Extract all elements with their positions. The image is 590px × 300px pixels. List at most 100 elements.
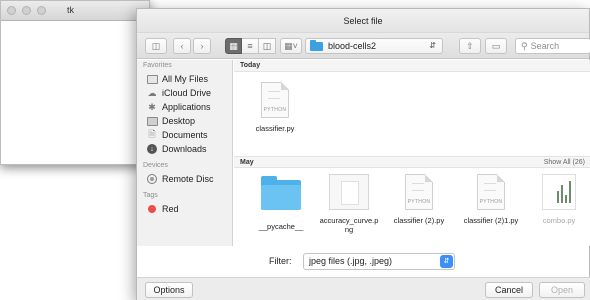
sidebar-item-label: Desktop bbox=[162, 116, 196, 126]
path-label: blood-cells2 bbox=[328, 41, 377, 51]
back-button[interactable]: ‹ bbox=[173, 38, 191, 54]
close-window-button[interactable] bbox=[7, 6, 16, 15]
updown-chevron-icon: ⇵ bbox=[429, 41, 436, 50]
file-name: classifier (2).py bbox=[393, 216, 445, 225]
cancel-button[interactable]: Cancel bbox=[485, 282, 533, 298]
dialog-button-bar: Options Cancel Open bbox=[137, 277, 590, 300]
image-file-icon bbox=[329, 174, 369, 210]
tk-titlebar: tk bbox=[1, 1, 149, 21]
sidebar-item-remote-disc[interactable]: Remote Disc bbox=[137, 172, 232, 186]
section-title: Today bbox=[240, 62, 261, 69]
favorites-header: Favorites bbox=[143, 62, 172, 69]
column-view-button[interactable]: ◫ bbox=[259, 38, 276, 54]
python-file-preview-icon bbox=[542, 174, 576, 210]
grid-icon: ▦ bbox=[229, 40, 238, 51]
filter-value: jpeg files (.jpg, .jpeg) bbox=[309, 256, 393, 266]
documents-icon: 🗎 bbox=[148, 129, 156, 139]
tags-header: Tags bbox=[143, 192, 158, 199]
sidebar-item-label: Documents bbox=[162, 130, 208, 140]
python-file-icon: PYTHON bbox=[261, 82, 289, 118]
options-button[interactable]: Options bbox=[145, 282, 193, 298]
applications-icon: ✱ bbox=[148, 101, 156, 112]
sidebar-item-label: Remote Disc bbox=[162, 174, 214, 184]
file-kind-label: PYTHON bbox=[407, 199, 431, 205]
file-name: classifier (2)1.py bbox=[463, 216, 519, 225]
tk-window: tk bbox=[0, 0, 150, 165]
sidebar-item-label: Applications bbox=[162, 102, 211, 112]
forward-button[interactable]: › bbox=[193, 38, 211, 54]
file-item-classifier[interactable]: PYTHON classifier.py bbox=[240, 82, 310, 133]
icon-view-button[interactable]: ▦ bbox=[225, 38, 242, 54]
cloud-icon: ☁ bbox=[147, 87, 157, 98]
file-item-classifier-2[interactable]: PYTHON classifier (2).py bbox=[384, 174, 454, 225]
file-dialog: Select file ◫ ‹ › ▦ ≡ ◫ ▦˅ blood-cells2 … bbox=[136, 8, 590, 300]
share-icon: ⇧ bbox=[466, 40, 474, 51]
tags-button[interactable]: ▭ bbox=[485, 38, 507, 54]
red-tag-dot-icon bbox=[148, 205, 156, 213]
file-name: accuracy_curve.p ng bbox=[319, 216, 379, 234]
sidebar: Favorites All My Files ☁ iCloud Drive ✱ … bbox=[137, 60, 233, 246]
search-field[interactable]: ⚲ Search bbox=[515, 38, 590, 54]
all-files-icon bbox=[146, 74, 158, 84]
file-item-combo[interactable]: combo.py bbox=[524, 174, 590, 225]
open-button[interactable]: Open bbox=[539, 282, 585, 298]
file-browser: Today PYTHON classifier.py May Show All … bbox=[234, 60, 590, 246]
sidebar-item-documents[interactable]: 🗎 Documents bbox=[137, 128, 232, 142]
zoom-window-button[interactable] bbox=[37, 6, 46, 15]
window-controls bbox=[7, 6, 46, 15]
minimize-window-button[interactable] bbox=[22, 6, 31, 15]
search-placeholder: Search bbox=[530, 41, 560, 51]
file-kind-label: PYTHON bbox=[479, 199, 503, 205]
sidebar-item-label: All My Files bbox=[162, 74, 209, 84]
sidebar-item-desktop[interactable]: Desktop bbox=[137, 114, 232, 128]
file-name: __pycache__ bbox=[258, 222, 304, 231]
sidebar-item-label: Red bbox=[162, 204, 179, 214]
desktop-icon bbox=[146, 116, 158, 126]
sidebar-toggle-icon: ◫ bbox=[151, 40, 161, 51]
updown-chevron-icon: ⇵ bbox=[440, 255, 453, 268]
sidebar-item-icloud-drive[interactable]: ☁ iCloud Drive bbox=[137, 86, 232, 100]
sidebar-item-label: iCloud Drive bbox=[162, 88, 212, 98]
search-icon: ⚲ bbox=[521, 40, 528, 51]
path-popup[interactable]: blood-cells2 ⇵ bbox=[305, 38, 443, 54]
folder-icon bbox=[310, 39, 323, 51]
view-mode-control: ▦ ≡ ◫ bbox=[225, 38, 276, 54]
sidebar-item-tag-red[interactable]: Red bbox=[137, 202, 232, 216]
file-kind-label: PYTHON bbox=[263, 107, 287, 113]
file-item-classifier-2-1[interactable]: PYTHON classifier (2)1.py bbox=[456, 174, 526, 225]
share-button[interactable]: ⇧ bbox=[459, 38, 481, 54]
dialog-toolbar: ◫ ‹ › ▦ ≡ ◫ ▦˅ blood-cells2 ⇵ ⇧ ▭ ⚲ Sear… bbox=[137, 33, 590, 59]
file-name: combo.py bbox=[542, 216, 576, 225]
filter-row: Filter: jpeg files (.jpg, .jpeg) ⇵ bbox=[137, 249, 590, 275]
devices-header: Devices bbox=[143, 162, 168, 169]
arrange-icon: ▦˅ bbox=[284, 40, 298, 51]
list-view-button[interactable]: ≡ bbox=[242, 38, 259, 54]
list-icon: ≡ bbox=[247, 41, 253, 51]
tk-window-title: tk bbox=[67, 5, 75, 15]
arrange-button[interactable]: ▦˅ bbox=[280, 38, 302, 54]
downloads-icon: ↓ bbox=[146, 144, 158, 154]
file-name: classifier.py bbox=[255, 124, 295, 133]
python-file-icon: PYTHON bbox=[405, 174, 433, 210]
section-header-today: Today bbox=[234, 60, 590, 72]
filter-label: Filter: bbox=[269, 256, 292, 266]
sidebar-item-downloads[interactable]: ↓ Downloads bbox=[137, 142, 232, 156]
dialog-title: Select file bbox=[137, 9, 589, 33]
file-item-pycache[interactable]: __pycache__ bbox=[246, 174, 316, 231]
folder-icon bbox=[261, 176, 301, 210]
section-title: May bbox=[240, 159, 254, 166]
sidebar-toggle-button[interactable]: ◫ bbox=[145, 38, 167, 54]
show-all-link[interactable]: Show All (26) bbox=[544, 157, 585, 168]
sidebar-item-all-my-files[interactable]: All My Files bbox=[137, 72, 232, 86]
filter-dropdown[interactable]: jpeg files (.jpg, .jpeg) ⇵ bbox=[303, 253, 455, 270]
sidebar-item-label: Downloads bbox=[162, 144, 207, 154]
sidebar-item-applications[interactable]: ✱ Applications bbox=[137, 100, 232, 114]
section-header-may: May Show All (26) bbox=[234, 156, 590, 168]
file-item-accuracy-curve[interactable]: accuracy_curve.p ng bbox=[314, 174, 384, 234]
chevron-right-icon: › bbox=[200, 41, 204, 51]
columns-icon: ◫ bbox=[262, 40, 272, 51]
python-file-icon: PYTHON bbox=[477, 174, 505, 210]
chevron-left-icon: ‹ bbox=[180, 41, 184, 51]
tag-icon: ▭ bbox=[491, 40, 501, 51]
disc-icon bbox=[146, 174, 158, 184]
